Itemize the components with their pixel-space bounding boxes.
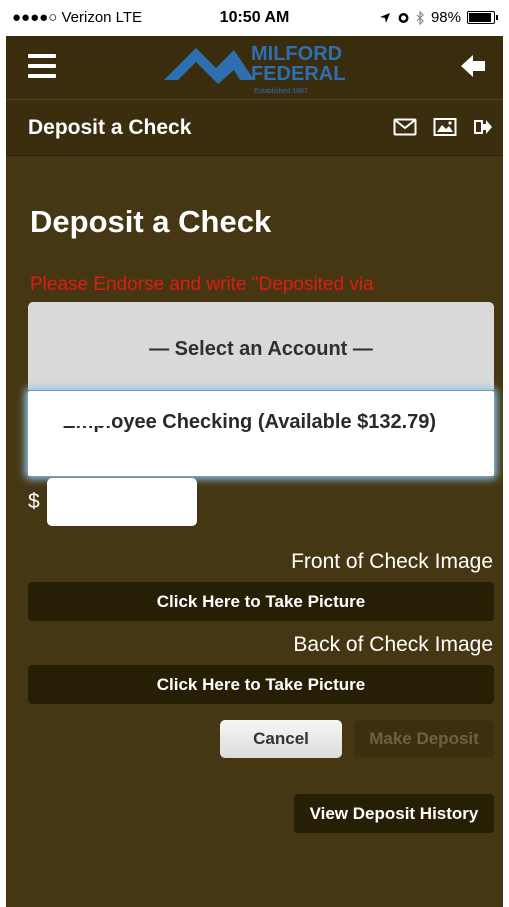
page-title: Deposit a Check xyxy=(30,204,272,239)
logo-line1: MILFORD xyxy=(251,43,342,65)
image-icon[interactable] xyxy=(433,117,457,137)
redacted-account-number xyxy=(41,404,111,426)
account-select-placeholder: — Select an Account — xyxy=(149,338,373,360)
view-deposit-history-button[interactable]: View Deposit History xyxy=(294,794,494,833)
cancel-button[interactable]: Cancel xyxy=(220,720,342,758)
logo-tagline: Established 1887 xyxy=(254,88,308,95)
back-arrow-icon[interactable] xyxy=(457,50,489,82)
back-picture-button[interactable]: Click Here to Take Picture xyxy=(28,665,494,704)
currency-symbol: $ xyxy=(28,490,40,513)
back-image-label: Back of Check Image xyxy=(293,633,493,656)
account-option[interactable]: - Employee Checking (Available $132.79) xyxy=(28,391,494,476)
endorse-warning: Please Endorse and write "Deposited via xyxy=(30,274,374,295)
page-header-icons xyxy=(393,117,493,137)
hamburger-menu-icon[interactable] xyxy=(28,54,56,78)
battery-percent: 98% xyxy=(430,9,461,26)
alarm-icon xyxy=(398,13,409,23)
account-option-text: - Employee Checking (Available $132.79) xyxy=(50,411,437,433)
make-deposit-button[interactable]: Make Deposit xyxy=(354,720,494,758)
app-frame: ●●●●○ Verizon LTE 10:50 AM 98% MILFORD F… xyxy=(6,0,503,907)
mail-icon[interactable] xyxy=(393,117,417,137)
logout-icon[interactable] xyxy=(473,117,493,137)
status-right: 98% xyxy=(379,9,498,26)
app-bar: MILFORD FEDERAL Established 1887 xyxy=(6,36,503,99)
amount-input[interactable] xyxy=(47,478,197,526)
front-image-label: Front of Check Image xyxy=(291,550,493,573)
status-bar: ●●●●○ Verizon LTE 10:50 AM 98% xyxy=(6,0,503,36)
page-header-title: Deposit a Check xyxy=(28,116,192,139)
battery-icon xyxy=(467,11,498,24)
milford-federal-logo: MILFORD FEDERAL Established 1887 xyxy=(164,43,345,95)
page-header: Deposit a Check xyxy=(6,99,503,156)
battery-fill xyxy=(469,13,491,22)
account-select[interactable]: — Select an Account — xyxy=(28,302,494,390)
location-icon xyxy=(379,12,390,23)
logo-line2: FEDERAL xyxy=(251,63,345,85)
bluetooth-icon xyxy=(416,10,424,25)
front-picture-button[interactable]: Click Here to Take Picture xyxy=(28,582,494,621)
